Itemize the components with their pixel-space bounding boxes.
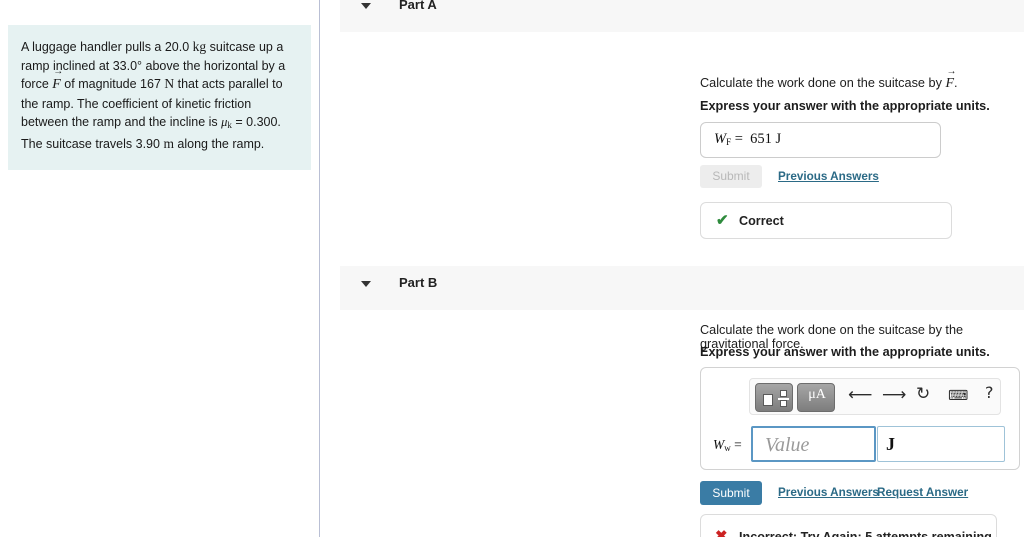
part-b-title: Part B xyxy=(399,275,438,290)
part-b-instruction: Express your answer with the appropriate… xyxy=(700,345,990,359)
unit-kg: kg xyxy=(192,39,207,54)
template-glyph xyxy=(763,389,789,408)
question-content-panel: Review|Constants Part A Calculate the wo… xyxy=(321,0,1024,537)
part-a-title: Part A xyxy=(399,0,437,12)
part-b-unit-input[interactable]: J xyxy=(877,426,1005,462)
part-a-symbol-subscript: F xyxy=(726,137,732,147)
part-b-unit-value: J xyxy=(886,434,895,454)
part-b-answer-widget[interactable]: μA ⟵ ⟶ ↻ ⌨ ? Ww = Value J xyxy=(700,367,1020,470)
part-a-answer-field[interactable]: WF = 651 J xyxy=(700,122,941,158)
problem-statement-text: A luggage handler pulls a 20.0 kg suitca… xyxy=(21,38,297,154)
part-b-submit-button[interactable]: Submit xyxy=(700,481,762,505)
part-a-answer-value: 651 xyxy=(750,131,772,147)
part-a-question-period: . xyxy=(954,76,958,90)
x-mark-icon: ✖ xyxy=(715,528,728,537)
chevron-down-icon[interactable] xyxy=(361,281,371,287)
part-a-force-symbol: F xyxy=(945,67,955,92)
part-a-equals: = xyxy=(734,131,743,147)
part-a-symbol: W xyxy=(714,131,727,147)
part-b-value-placeholder: Value xyxy=(765,434,810,456)
part-b-equals: = xyxy=(734,437,742,452)
unit-newton: N xyxy=(164,76,175,92)
redo-icon[interactable]: ⟶ xyxy=(882,387,906,404)
problem-seg-4: of magnitude 167 xyxy=(60,77,165,92)
part-a-previous-answers-link[interactable]: Previous Answers xyxy=(778,170,879,183)
problem-statement-box: A luggage handler pulls a 20.0 kg suitca… xyxy=(8,25,311,170)
force-vector-symbol: F xyxy=(52,67,62,95)
undo-icon[interactable]: ⟵ xyxy=(848,387,872,404)
part-b-feedback-incorrect: ✖ Incorrect; Try Again; 5 attempts remai… xyxy=(700,514,997,537)
part-b-value-input[interactable]: Value xyxy=(751,426,876,462)
units-glyph: μA xyxy=(798,387,836,403)
part-b-answer-row: Ww = Value J xyxy=(701,425,1021,463)
help-icon[interactable]: ? xyxy=(985,385,994,401)
part-b-symbol-subscript: w xyxy=(724,443,731,453)
problem-seg-1: A luggage handler pulls a 20.0 xyxy=(21,40,193,54)
units-icon[interactable]: μA xyxy=(797,383,835,412)
part-a-instruction: Express your answer with the appropriate… xyxy=(700,99,990,113)
units-label: μA xyxy=(808,387,826,402)
part-b-header[interactable]: Part B xyxy=(340,266,1024,310)
problem-seg-7: along the ramp. xyxy=(173,136,265,151)
part-b-symbol: W xyxy=(713,437,725,452)
part-a-question: Calculate the work done on the suitcase … xyxy=(700,67,958,92)
problem-statement-panel: A luggage handler pulls a 20.0 kg suitca… xyxy=(0,0,320,537)
chevron-down-icon[interactable] xyxy=(361,3,371,9)
mastering-physics-page: A luggage handler pulls a 20.0 kg suitca… xyxy=(0,0,1024,537)
part-a-answer-expression: WF = 651 J xyxy=(714,131,781,148)
unit-meter: m xyxy=(163,135,174,151)
part-b-feedback-text: Incorrect; Try Again; 5 attempts remaini… xyxy=(739,530,992,537)
math-editor-toolbar: μA ⟵ ⟶ ↻ ⌨ ? xyxy=(749,378,1001,415)
keyboard-icon[interactable]: ⌨ xyxy=(948,389,968,403)
part-a-feedback-text: Correct xyxy=(739,214,784,228)
part-a-feedback-correct: ✔ Correct xyxy=(700,202,952,239)
reset-icon[interactable]: ↻ xyxy=(916,386,930,403)
part-b-answer-label: Ww = xyxy=(713,437,742,453)
part-a-submit-button: Submit xyxy=(700,165,762,188)
part-b-request-answer-link[interactable]: Request Answer xyxy=(877,486,968,499)
checkmark-icon: ✔ xyxy=(716,212,729,229)
part-a-header[interactable]: Part A xyxy=(340,0,1024,32)
part-b-previous-answers-link[interactable]: Previous Answers xyxy=(778,486,879,499)
part-a-answer-unit: J xyxy=(775,131,782,147)
part-a-question-text: Calculate the work done on the suitcase … xyxy=(700,76,946,90)
template-icon[interactable] xyxy=(755,383,793,412)
